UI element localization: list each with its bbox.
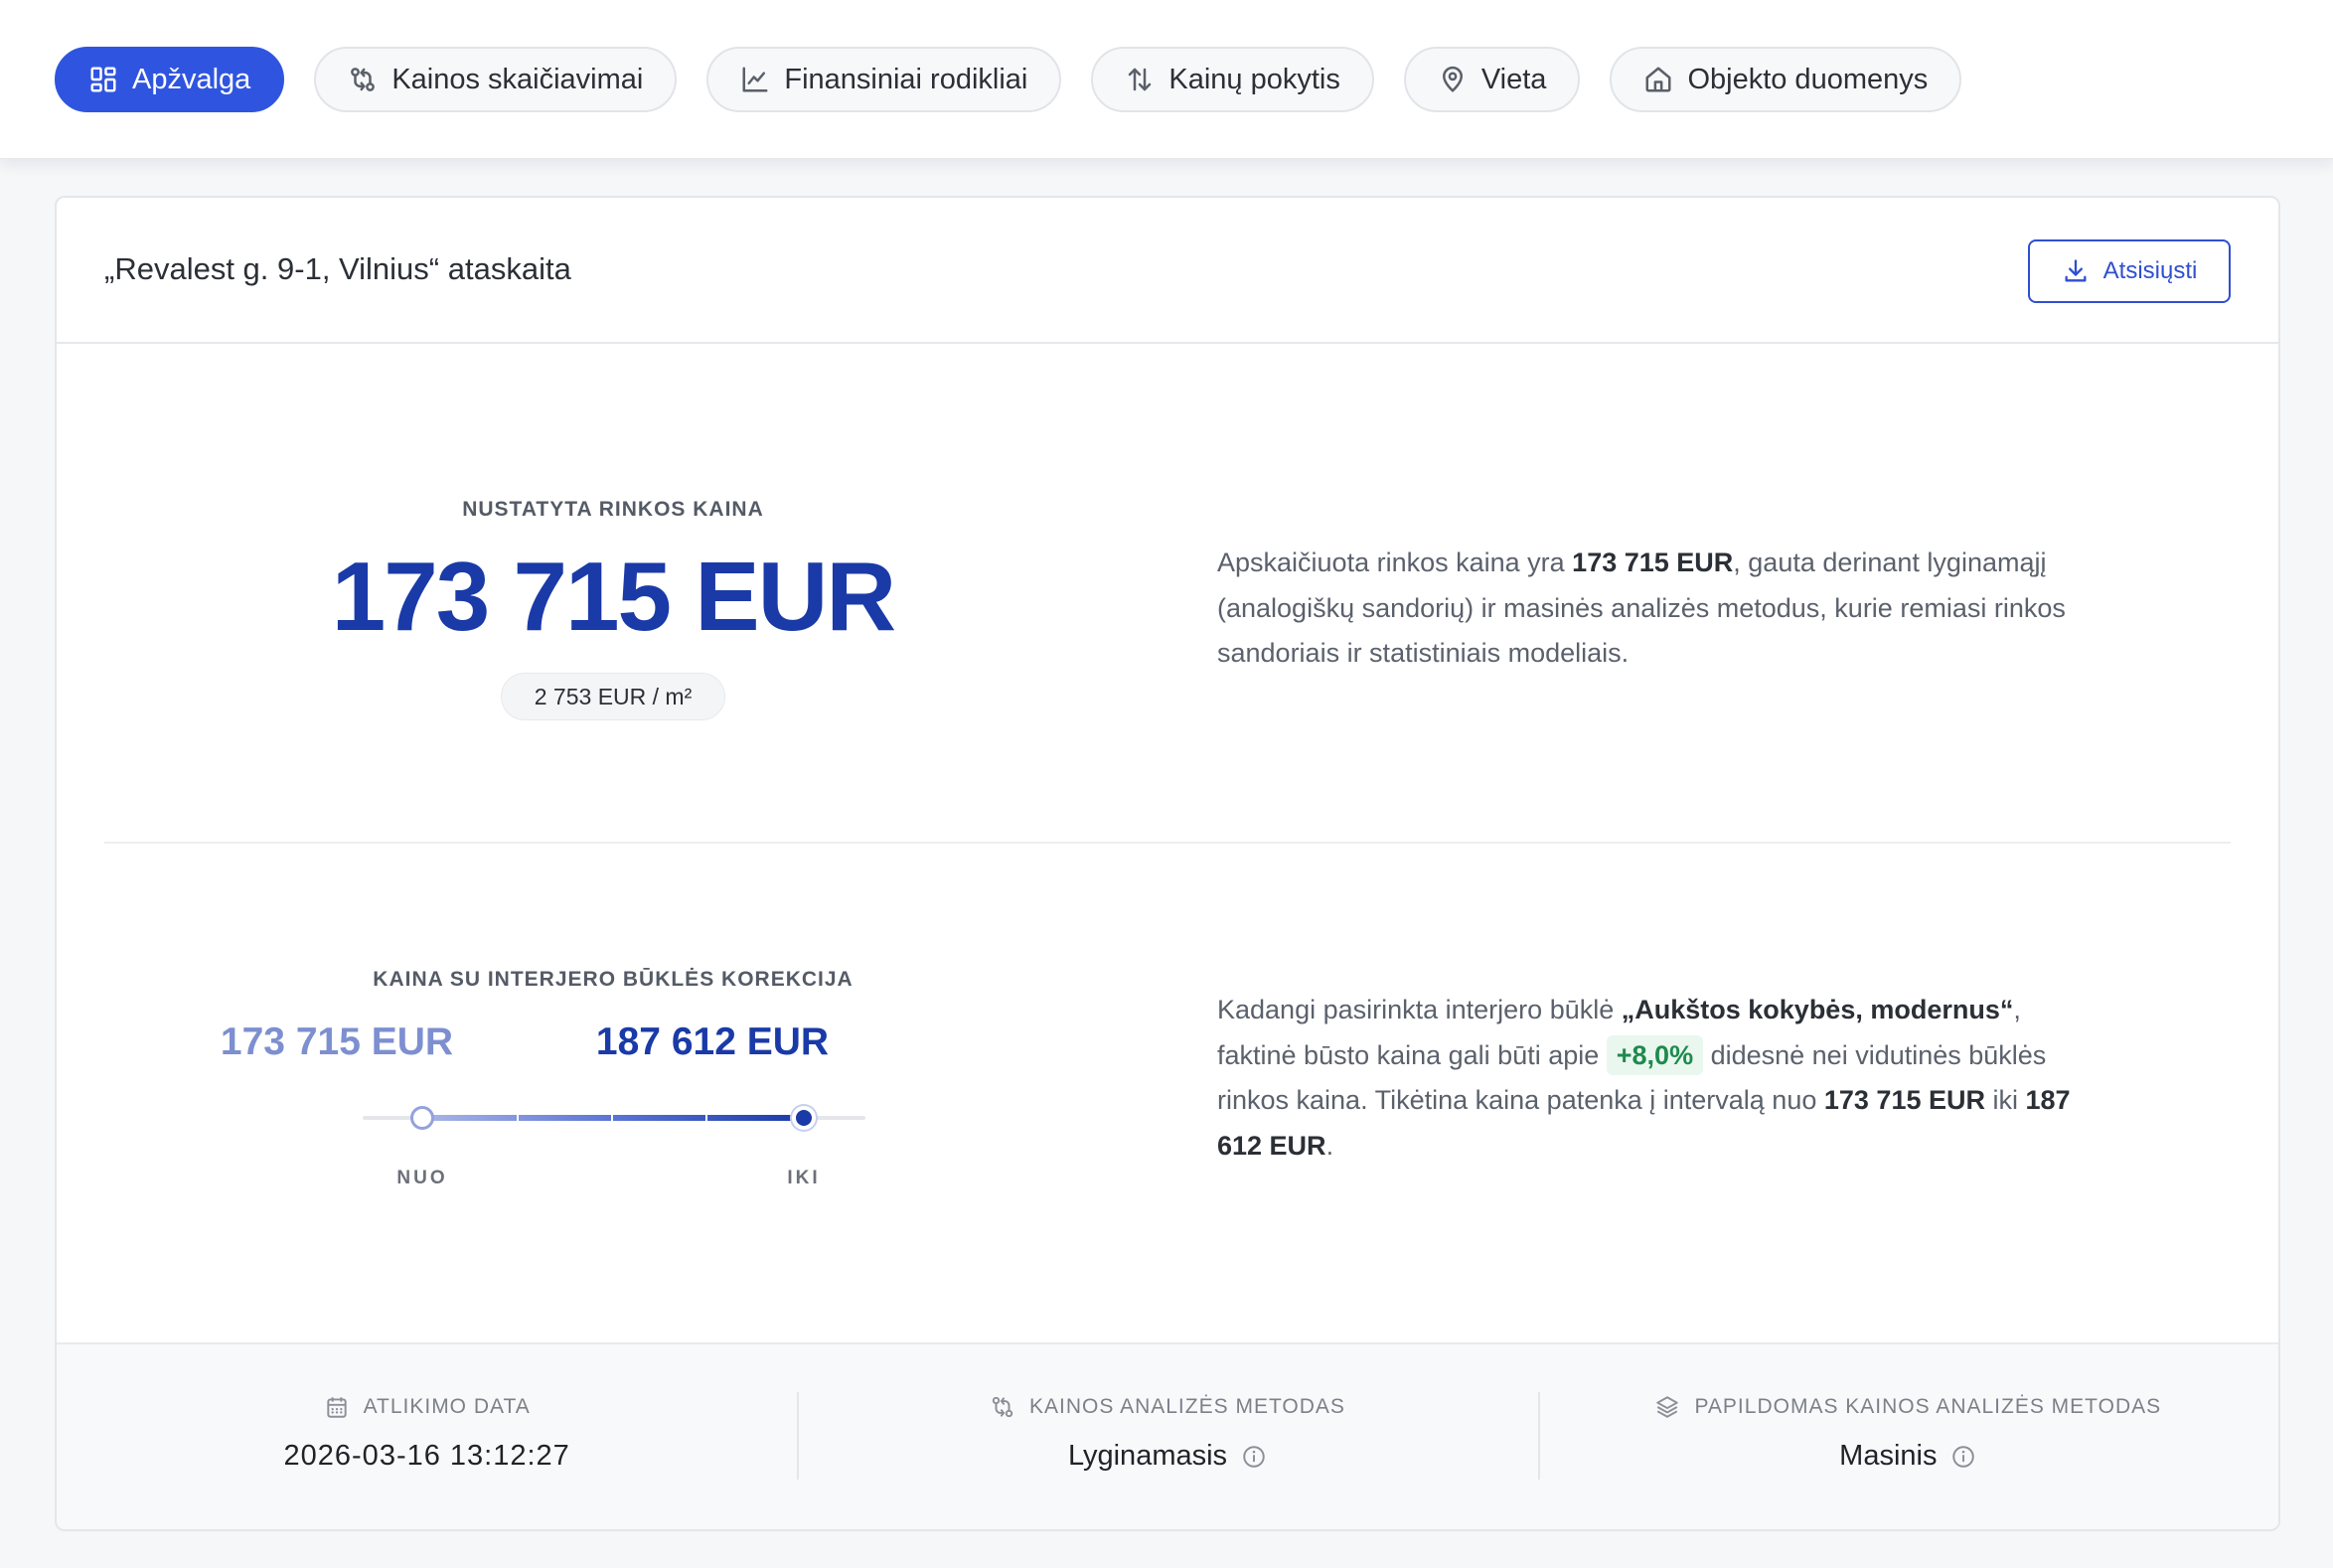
meta-date-label: ATLIKIMO DATA — [57, 1394, 797, 1420]
top-navigation: Apžvalga Kainos skaičiavimai Finansiniai… — [0, 0, 2333, 159]
tab-list: Apžvalga Kainos skaičiavimai Finansiniai… — [55, 47, 1962, 112]
report-meta-footer: ATLIKIMO DATA 2026-03-16 13:12:27 KAINOS… — [57, 1342, 2278, 1529]
section-divider — [104, 842, 2231, 844]
tab-price-calculations[interactable]: Kainos skaičiavimai — [314, 47, 678, 112]
range-tick — [517, 1112, 519, 1124]
market-price-label: NUSTATYTA RINKOS KAINA — [462, 498, 764, 521]
home-icon — [1645, 67, 1671, 92]
card-header: „Revalest g. 9-1, Vilnius“ ataskaita Ats… — [57, 198, 2278, 344]
meta-value-text: Masinis — [1839, 1440, 1938, 1472]
meta-method-value: Lyginamasis — [797, 1440, 1537, 1473]
meta-value-text: Lyginamasis — [1067, 1440, 1228, 1472]
desc-price: 173 715 EUR — [1572, 548, 1734, 577]
info-icon[interactable] — [1950, 1444, 1976, 1470]
tab-label: Kainų pokytis — [1168, 63, 1340, 95]
desc-text: . — [1325, 1130, 1334, 1161]
git-compare-icon — [992, 1396, 1013, 1418]
percentage-badge: +8,0% — [1606, 1034, 1704, 1075]
price-per-m2-badge: 2 753 EUR / m² — [501, 673, 725, 720]
meta-label-text: ATLIKIMO DATA — [363, 1395, 531, 1418]
meta-extra-method-label: PAPILDOMAS KAINOS ANALIZĖS METODAS — [1538, 1394, 2278, 1420]
download-label: Atsisiųsti — [2102, 257, 2198, 284]
tab-label: Kainos skaičiavimai — [391, 63, 644, 95]
tab-label: Finansiniai rodikliai — [784, 63, 1028, 95]
line-chart-icon — [742, 67, 768, 92]
meta-method-label: KAINOS ANALIZĖS METODAS — [797, 1394, 1537, 1420]
meta-extra-method: PAPILDOMAS KAINOS ANALIZĖS METODAS Masin… — [1537, 1344, 2278, 1529]
range-from-value: 173 715 EUR — [220, 1020, 454, 1063]
tab-label: Apžvalga — [132, 63, 251, 95]
interior-correction-description: Kadangi pasirinkta interjero būklė „Aukš… — [1217, 988, 2092, 1169]
tab-financial-indicators[interactable]: Finansiniai rodikliai — [706, 47, 1062, 112]
desc-from: 173 715 EUR — [1823, 1085, 1985, 1115]
range-to-label: IKI — [787, 1168, 821, 1188]
meta-label-text: PAPILDOMAS KAINOS ANALIZĖS METODAS — [1694, 1395, 2162, 1418]
layers-icon — [1656, 1396, 1679, 1418]
tab-label: Objekto duomenys — [1687, 63, 1929, 95]
range-from-knob — [410, 1106, 434, 1130]
meta-date: ATLIKIMO DATA 2026-03-16 13:12:27 — [57, 1344, 797, 1529]
tab-overview[interactable]: Apžvalga — [55, 47, 285, 112]
arrows-up-down-icon — [1129, 68, 1152, 91]
range-fill — [422, 1115, 804, 1121]
market-price-description: Apskaičiuota rinkos kaina yra 173 715 EU… — [1217, 541, 2092, 677]
interior-correction-label: KAINA SU INTERJERO BŪKLĖS KOREKCIJA — [373, 968, 854, 991]
desc-text: iki — [1984, 1085, 2026, 1115]
range-tick — [611, 1112, 613, 1124]
report-title: „Revalest g. 9-1, Vilnius“ ataskaita — [104, 251, 571, 286]
meta-extra-method-value: Masinis — [1538, 1440, 2278, 1473]
range-from-label: NUO — [396, 1168, 448, 1188]
tab-location[interactable]: Vieta — [1403, 47, 1581, 112]
download-button[interactable]: Atsisiųsti — [2028, 239, 2231, 303]
grid-icon — [90, 67, 116, 92]
meta-label-text: KAINOS ANALIZĖS METODAS — [1029, 1395, 1345, 1418]
download-icon — [2065, 259, 2087, 282]
meta-method: KAINOS ANALIZĖS METODAS Lyginamasis — [797, 1344, 1537, 1529]
report-card: „Revalest g. 9-1, Vilnius“ ataskaita Ats… — [55, 196, 2280, 1531]
desc-condition: „Aukštos kokybės, modernus“ — [1621, 995, 2014, 1024]
tab-price-change[interactable]: Kainų pokytis — [1091, 47, 1374, 112]
desc-text: Kadangi pasirinkta interjero būklė — [1217, 995, 1622, 1024]
range-tick — [705, 1112, 707, 1124]
git-compare-icon — [351, 68, 376, 91]
range-to-knob — [792, 1106, 816, 1130]
map-pin-icon — [1442, 66, 1463, 92]
market-price-value: 173 715 EUR — [331, 542, 896, 651]
tab-object-data[interactable]: Objekto duomenys — [1610, 47, 1962, 112]
tab-label: Vieta — [1480, 63, 1547, 95]
info-icon[interactable] — [1241, 1444, 1267, 1470]
meta-date-value: 2026-03-16 13:12:27 — [283, 1440, 570, 1472]
range-to-value: 187 612 EUR — [595, 1020, 830, 1063]
calendar-icon — [326, 1397, 347, 1418]
desc-text: Apskaičiuota rinkos kaina yra — [1217, 548, 1573, 577]
